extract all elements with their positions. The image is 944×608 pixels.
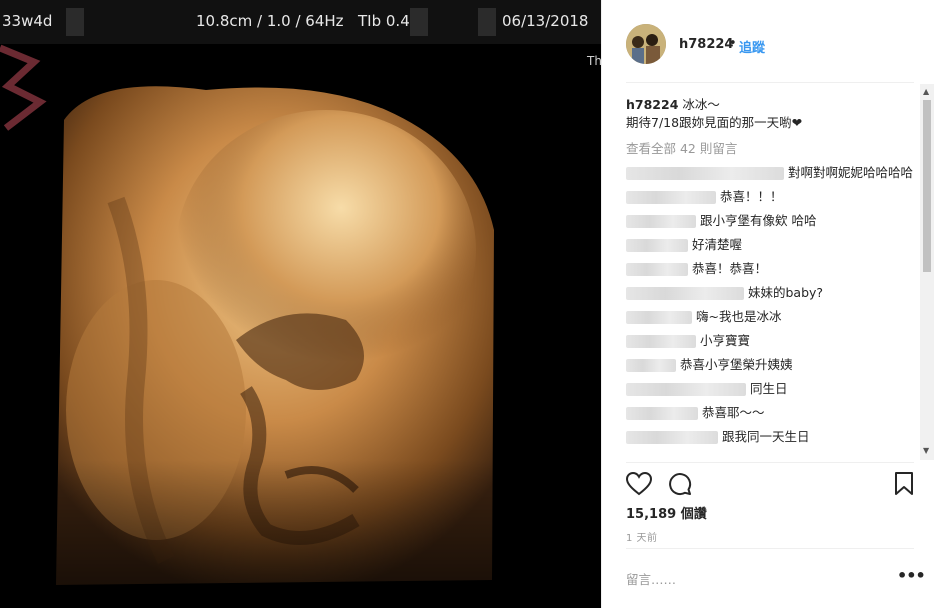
blurred-username[interactable] xyxy=(626,191,716,204)
comment-text: 嗨~我也是冰冰 xyxy=(696,309,782,324)
username-link[interactable]: h78224 xyxy=(679,37,733,52)
blurred-username[interactable] xyxy=(626,311,692,324)
comment-item: 恭喜耶～～ xyxy=(626,404,918,422)
scan-date: 06/13/2018 xyxy=(502,12,589,30)
caption-line-2: 期待7/18跟妳見面的那一天喲❤ xyxy=(626,115,803,130)
ultrasound-logo-icon xyxy=(0,44,47,131)
fetus-3d-ultrasound xyxy=(56,86,496,585)
corner-label: Th xyxy=(587,54,601,68)
comment-text: 跟小亨堡有像欸 哈哈 xyxy=(700,213,817,228)
post-panel: h78224 • 追蹤 h78224 冰冰～ 期待7/18跟妳見面的那一天喲❤ … xyxy=(601,0,944,608)
comment-text: 同生日 xyxy=(750,381,788,396)
comment-text: 恭喜耶～～ xyxy=(702,405,765,420)
blurred-username[interactable] xyxy=(626,407,698,420)
blurred-username[interactable] xyxy=(626,239,688,252)
blurred-username[interactable] xyxy=(626,263,688,276)
scroll-thumb[interactable] xyxy=(923,100,931,272)
depth-readout: 10.8cm / 1.0 / 64Hz xyxy=(196,12,344,30)
comment-text: 對啊對啊妮妮哈哈哈哈 xyxy=(788,165,914,180)
comment-text: 恭喜！恭喜！ xyxy=(692,261,768,276)
blurred-username[interactable] xyxy=(626,287,744,300)
comment-item: 恭喜！恭喜！ xyxy=(626,260,918,278)
comment-item: 恭喜小亨堡榮升姨姨 xyxy=(626,356,918,374)
scroll-down-arrow-icon[interactable]: ▼ xyxy=(923,446,929,455)
comment-item: 小亨寶寶 xyxy=(626,332,918,350)
comment-text: 跟我同一天生日 xyxy=(722,429,810,444)
blurred-username[interactable] xyxy=(626,167,784,180)
blurred-username[interactable] xyxy=(626,335,696,348)
caption-line-1: 冰冰～ xyxy=(682,97,720,112)
blurred-username[interactable] xyxy=(626,431,718,444)
actions-divider xyxy=(626,462,914,463)
comments-list: h78224 冰冰～ 期待7/18跟妳見面的那一天喲❤ 查看全部 42 則留言 … xyxy=(626,96,918,458)
bar-separator xyxy=(66,8,84,36)
comment-item: 嗨~我也是冰冰 xyxy=(626,308,918,326)
post-timestamp[interactable]: 1 天前 xyxy=(626,529,658,544)
comment-item: 跟我同一天生日 xyxy=(626,428,918,446)
comment-item: 對啊對啊妮妮哈哈哈哈 xyxy=(626,164,918,182)
post-image: 33w4d 10.8cm / 1.0 / 64Hz TIb 0.4 06/13/… xyxy=(0,0,601,608)
scroll-up-arrow-icon[interactable]: ▲ xyxy=(923,87,929,96)
comment-text: 好清楚喔 xyxy=(692,237,743,252)
bar-separator xyxy=(478,8,496,36)
comment-item: 同生日 xyxy=(626,380,918,398)
caption-username[interactable]: h78224 xyxy=(626,97,678,112)
blurred-username[interactable] xyxy=(626,383,746,396)
header-divider xyxy=(626,82,914,83)
comment-text: 恭喜！！！ xyxy=(720,189,783,204)
comment-item: 恭喜！！！ xyxy=(626,188,918,206)
comment-text: 妹妹的baby? xyxy=(748,285,824,300)
ultrasound-info-bar: 33w4d 10.8cm / 1.0 / 64Hz TIb 0.4 06/13/… xyxy=(0,0,601,44)
avatar-photo-icon xyxy=(626,24,666,64)
post-header: h78224 • 追蹤 xyxy=(602,0,944,82)
comment-divider xyxy=(626,548,914,549)
comments-scrollbar[interactable]: ▲ ▼ xyxy=(920,84,934,460)
caption: h78224 冰冰～ 期待7/18跟妳見面的那一天喲❤ xyxy=(626,96,918,132)
likes-count[interactable]: 15,189 個讚 xyxy=(626,503,707,522)
bar-separator xyxy=(410,8,428,36)
comment-text: 恭喜小亨堡榮升姨姨 xyxy=(680,357,793,372)
comment-text: 小亨寶寶 xyxy=(700,333,751,348)
blurred-username[interactable] xyxy=(626,359,676,372)
separator-dot: • xyxy=(729,36,737,51)
more-options-icon[interactable]: ••• xyxy=(897,566,926,585)
gestational-age: 33w4d xyxy=(2,12,53,30)
comment-icon[interactable] xyxy=(668,472,692,496)
action-bar xyxy=(626,470,916,498)
tib-readout: TIb 0.4 xyxy=(358,12,410,30)
blurred-username[interactable] xyxy=(626,215,696,228)
add-comment-input[interactable]: 留言…… xyxy=(626,569,676,588)
bookmark-icon[interactable] xyxy=(894,472,914,496)
comment-item: 妹妹的baby? xyxy=(626,284,918,302)
avatar[interactable] xyxy=(626,24,666,64)
follow-button[interactable]: 追蹤 xyxy=(739,37,765,56)
view-all-comments-link[interactable]: 查看全部 42 則留言 xyxy=(626,140,918,158)
comment-item: 好清楚喔 xyxy=(626,236,918,254)
heart-icon[interactable] xyxy=(626,472,652,496)
comment-item: 跟小亨堡有像欸 哈哈 xyxy=(626,212,918,230)
